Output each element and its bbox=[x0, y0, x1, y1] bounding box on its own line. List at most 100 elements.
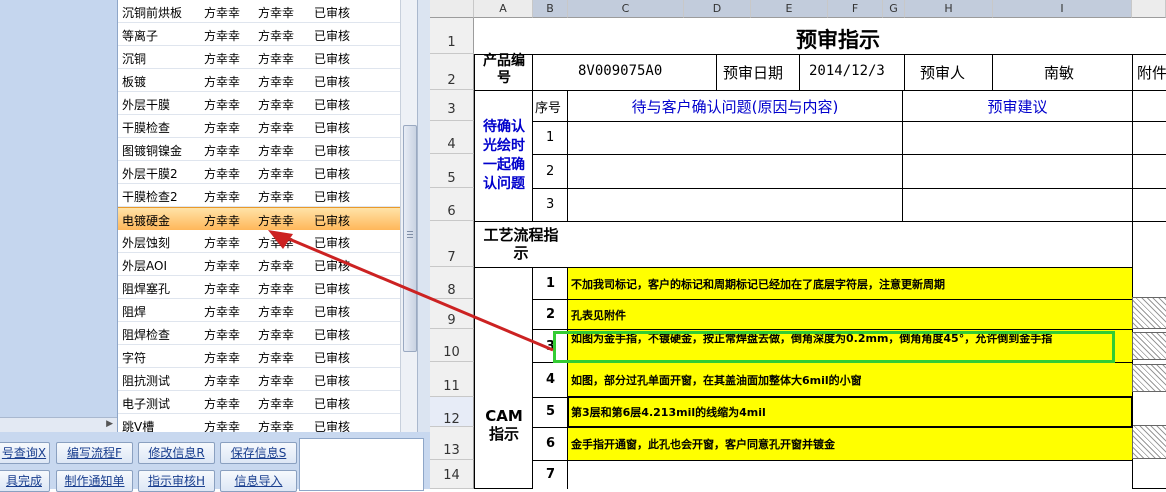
list-row[interactable]: 字符 方幸幸 方幸幸 已审核 bbox=[118, 345, 400, 368]
col-header-j[interactable] bbox=[1132, 0, 1166, 18]
row-header[interactable]: 6 bbox=[430, 188, 474, 221]
row-header-selected[interactable]: 12 bbox=[430, 397, 474, 427]
cam-cell-7[interactable] bbox=[567, 460, 1133, 489]
review-date-value[interactable]: 2014/12/3 bbox=[809, 63, 885, 79]
modify-info-button[interactable]: 修改信息R bbox=[138, 442, 215, 464]
scroll-thumb[interactable] bbox=[403, 125, 417, 352]
attachment-label: 附件 bbox=[1137, 64, 1166, 82]
status: 已审核 bbox=[314, 98, 351, 112]
attachment-image-icon[interactable] bbox=[1132, 364, 1166, 392]
list-row[interactable]: 外层AOI 方幸幸 方幸幸 已审核 bbox=[118, 253, 400, 276]
creator: 方幸幸 bbox=[204, 190, 241, 204]
creator: 方幸幸 bbox=[204, 52, 241, 66]
notes-textbox[interactable] bbox=[299, 438, 424, 491]
list-row[interactable]: 跳V槽 方幸幸 方幸幸 已审核 bbox=[118, 414, 400, 432]
panel-splitter[interactable] bbox=[417, 0, 431, 489]
row-header[interactable]: 2 bbox=[430, 54, 474, 90]
process-name: 干膜检查2 bbox=[122, 190, 178, 204]
row-header[interactable]: 10 bbox=[430, 329, 474, 362]
row-header[interactable]: 8 bbox=[430, 267, 474, 299]
row-header[interactable]: 3 bbox=[430, 90, 474, 121]
list-row[interactable]: 阻焊检查 方幸幸 方幸幸 已审核 bbox=[118, 322, 400, 345]
cam-text-1[interactable]: 不加我司标记，客户的标记和周期标记已经加在了底层字符层，注意更新周期 bbox=[571, 276, 945, 292]
issue-cell-2[interactable] bbox=[567, 154, 903, 189]
cam-text-6[interactable]: 金手指开通窗，此孔也会开窗，客户同意孔开窗并镀金 bbox=[571, 436, 835, 452]
suggestion-cell-3[interactable] bbox=[902, 188, 1133, 222]
row-header[interactable]: 13 bbox=[430, 427, 474, 460]
status: 已审核 bbox=[314, 328, 351, 342]
row-header[interactable]: 11 bbox=[430, 362, 474, 397]
col-header-i[interactable]: I bbox=[993, 0, 1132, 18]
save-info-button[interactable]: 保存信息S bbox=[220, 442, 297, 464]
status: 已审核 bbox=[314, 259, 351, 273]
creator: 方幸幸 bbox=[204, 305, 241, 319]
row-header[interactable]: 4 bbox=[430, 121, 474, 154]
list-row[interactable]: 板镀 方幸幸 方幸幸 已审核 bbox=[118, 69, 400, 92]
process-cell[interactable] bbox=[567, 221, 1166, 268]
list-row[interactable]: 沉铜 方幸幸 方幸幸 已审核 bbox=[118, 46, 400, 69]
col-header-b[interactable]: B bbox=[533, 0, 568, 18]
attachment-image-icon[interactable] bbox=[1132, 297, 1166, 329]
col-header-h[interactable]: H bbox=[905, 0, 993, 18]
reviewer: 方幸幸 bbox=[258, 351, 295, 365]
reviewer: 方幸幸 bbox=[258, 236, 295, 250]
attachment-image-icon[interactable] bbox=[1132, 425, 1166, 459]
process-name: 阻焊 bbox=[122, 305, 147, 319]
list-row[interactable]: 阻焊塞孔 方幸幸 方幸幸 已审核 bbox=[118, 276, 400, 299]
row-header[interactable]: 9 bbox=[430, 299, 474, 329]
row-header[interactable]: 7 bbox=[430, 221, 474, 267]
reviewer: 方幸幸 bbox=[258, 190, 295, 204]
list-row[interactable]: 干膜检查2 方幸幸 方幸幸 已审核 bbox=[118, 184, 400, 207]
horizontal-scrollbar[interactable]: ▶ bbox=[0, 417, 117, 432]
creator: 方幸幸 bbox=[204, 167, 241, 181]
list-row[interactable]: 外层干膜2 方幸幸 方幸幸 已审核 bbox=[118, 161, 400, 184]
attachment-image-icon[interactable] bbox=[1132, 332, 1166, 360]
scroll-right-icon[interactable]: ▶ bbox=[106, 419, 113, 429]
reviewer: 方幸幸 bbox=[258, 328, 295, 342]
col-header-d[interactable]: D bbox=[684, 0, 751, 18]
selected-cell-outline bbox=[567, 396, 1133, 428]
col-header-f[interactable]: F bbox=[828, 0, 883, 18]
spreadsheet[interactable]: A B C D E F G H I 1 2 3 4 5 6 7 8 9 10 1… bbox=[430, 0, 1166, 489]
write-flow-button[interactable]: 编写流程F bbox=[56, 442, 133, 464]
col-header-e[interactable]: E bbox=[751, 0, 828, 18]
col-header-c[interactable]: C bbox=[568, 0, 684, 18]
list-row[interactable]: 沉铜前烘板 方幸幸 方幸幸 已审核 bbox=[118, 0, 400, 23]
product-no-value[interactable]: 8V009075A0 bbox=[578, 63, 662, 79]
vertical-scrollbar[interactable] bbox=[400, 0, 417, 432]
cam-text-4[interactable]: 如图，部分过孔单面开窗，在其盖油面加整体大6mil的小窗 bbox=[571, 372, 862, 388]
row-header[interactable]: 5 bbox=[430, 154, 474, 188]
reviewer-value[interactable]: 南敏 bbox=[1044, 62, 1074, 83]
process-list[interactable]: 沉铜前烘板 方幸幸 方幸幸 已审核 等离子 方幸幸 方幸幸 已审核 沉铜 方幸幸 方幸幸 已审核 板镀方… bbox=[118, 0, 400, 432]
status: 已审核 bbox=[314, 121, 351, 135]
cam-text-2[interactable]: 孔表见附件 bbox=[571, 307, 626, 323]
suggestion-cell-2[interactable] bbox=[902, 154, 1133, 189]
issue-cell-3[interactable] bbox=[567, 188, 903, 222]
row-header[interactable]: 14 bbox=[430, 460, 474, 489]
list-row[interactable]: 外层蚀刻 方幸幸 方幸幸 已审核 bbox=[118, 230, 400, 253]
list-row-selected[interactable]: 电镀硬金 方幸幸 方幸幸 已审核 bbox=[118, 207, 400, 231]
list-row[interactable]: 等离子 方幸幸 方幸幸 已审核 bbox=[118, 23, 400, 46]
row-header[interactable]: 1 bbox=[430, 18, 474, 54]
review-date-label: 预审日期 bbox=[723, 64, 784, 82]
process-name: 跳V槽 bbox=[122, 420, 155, 432]
col-header-a[interactable]: A bbox=[474, 0, 533, 18]
status: 已审核 bbox=[314, 214, 351, 228]
list-row[interactable]: 阻焊 方幸幸 方幸幸 已审核 bbox=[118, 299, 400, 322]
list-row[interactable]: 图镀铜镍金 方幸幸 方幸幸 已审核 bbox=[118, 138, 400, 161]
list-row[interactable]: 干膜检查 方幸幸 方幸幸 已审核 bbox=[118, 115, 400, 138]
tree-pane[interactable]: ▶ bbox=[0, 0, 118, 432]
reviewer: 方幸幸 bbox=[258, 305, 295, 319]
suggestion-cell-1[interactable] bbox=[902, 121, 1133, 155]
issue-cell-1[interactable] bbox=[567, 121, 903, 155]
list-row[interactable]: 阻抗测试 方幸幸 方幸幸 已审核 bbox=[118, 368, 400, 391]
col-header-g[interactable]: G bbox=[883, 0, 905, 18]
list-row[interactable]: 外层干膜 方幸幸 方幸幸 已审核 bbox=[118, 92, 400, 115]
select-all-corner[interactable] bbox=[430, 0, 474, 18]
list-row[interactable]: 电子测试 方幸幸 方幸幸 已审核 bbox=[118, 391, 400, 414]
issues-header: 待与客户确认问题(原因与内容) bbox=[631, 98, 839, 116]
status: 已审核 bbox=[314, 305, 351, 319]
query-button[interactable]: 号查询X bbox=[0, 442, 50, 464]
highlight-annotation-box bbox=[553, 331, 1115, 363]
process-name: 外层AOI bbox=[122, 259, 167, 273]
